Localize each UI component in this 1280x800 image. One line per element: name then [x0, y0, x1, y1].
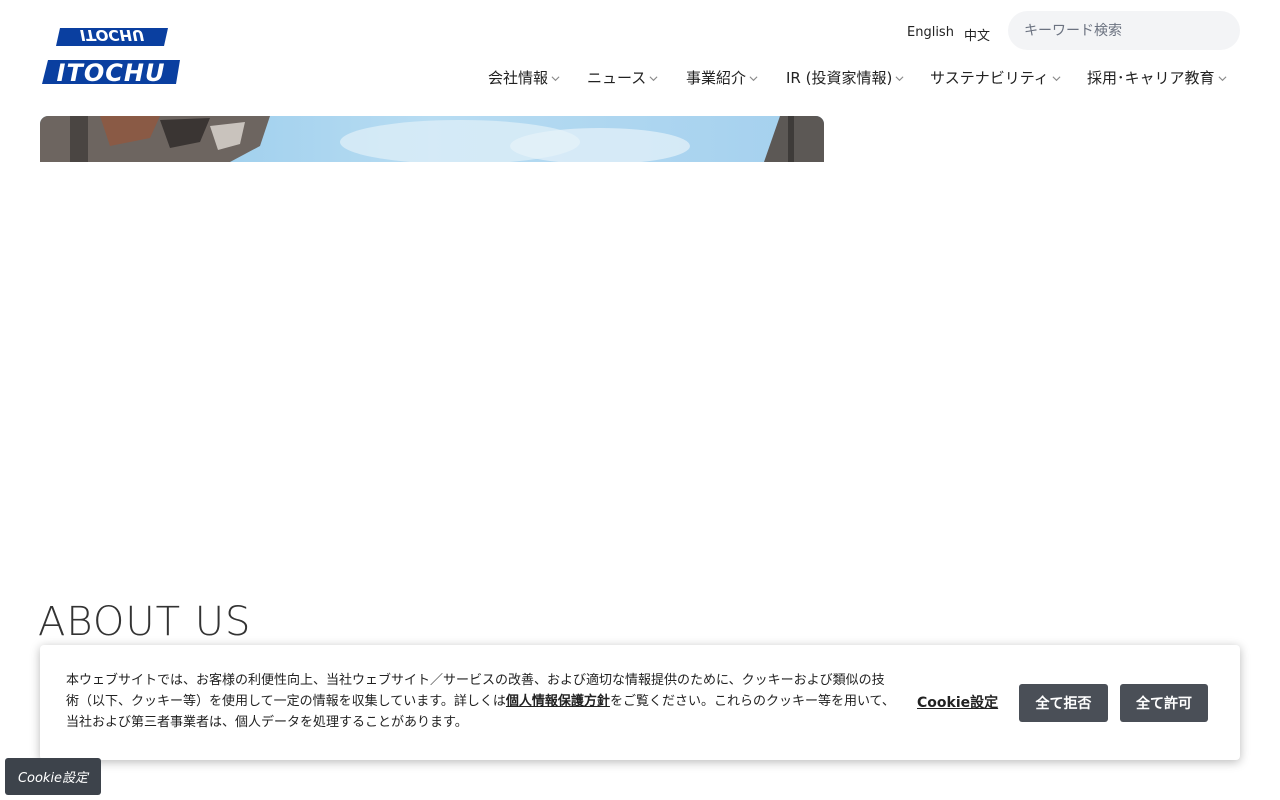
nav-company-info[interactable]: 会社情報 — [488, 67, 560, 88]
search-input[interactable] — [1008, 11, 1240, 50]
privacy-policy-link[interactable]: 個人情報保護方針 — [506, 694, 610, 709]
hero-image — [40, 116, 824, 162]
reject-all-button[interactable]: 全て拒否 — [1019, 684, 1108, 722]
lang-english-link[interactable]: English — [907, 25, 954, 40]
nav-news[interactable]: ニュース — [587, 67, 658, 88]
nav-label: 会社情報 — [488, 69, 549, 87]
logo-graphic: ITOCHU ITOCHU — [42, 26, 180, 87]
chevron-down-icon — [1052, 76, 1061, 82]
logo-text-reflection: ITOCHU — [80, 26, 144, 44]
floating-cookie-settings-button[interactable]: Cookie設定 — [5, 758, 101, 795]
nav-sustainability[interactable]: サステナビリティ — [930, 67, 1061, 88]
cookie-consent-text: 本ウェブサイトでは、お客様の利便性向上、当社ウェブサイト／サービスの改善、および… — [66, 670, 896, 733]
nav-label: IR (投資家情報) — [786, 69, 893, 87]
cookie-settings-link[interactable]: Cookie設定 — [917, 692, 998, 712]
chevron-down-icon — [551, 76, 560, 82]
nav-label: 事業紹介 — [686, 69, 747, 87]
accept-all-button[interactable]: 全て許可 — [1120, 684, 1208, 722]
nav-business[interactable]: 事業紹介 — [686, 67, 758, 88]
nav-label: サステナビリティ — [930, 69, 1049, 87]
chevron-down-icon — [649, 76, 658, 82]
chevron-down-icon — [895, 76, 904, 82]
hero-image-graphic — [40, 116, 824, 162]
nav-careers[interactable]: 採用･キャリア教育 — [1087, 67, 1227, 88]
about-us-heading: ABOUT US — [38, 599, 252, 645]
logo-text: ITOCHU — [57, 59, 166, 86]
nav-investor-relations[interactable]: IR (投資家情報) — [786, 67, 904, 88]
lang-chinese-link[interactable]: 中文 — [964, 25, 990, 44]
chevron-down-icon — [1218, 76, 1226, 82]
nav-label: 採用･キャリア教育 — [1087, 69, 1215, 87]
nav-label: ニュース — [587, 69, 647, 87]
chevron-down-icon — [749, 76, 758, 82]
cookie-consent-banner: 本ウェブサイトでは、お客様の利便性向上、当社ウェブサイト／サービスの改善、および… — [40, 645, 1240, 760]
itochu-logo[interactable]: ITOCHU ITOCHU — [40, 26, 182, 87]
